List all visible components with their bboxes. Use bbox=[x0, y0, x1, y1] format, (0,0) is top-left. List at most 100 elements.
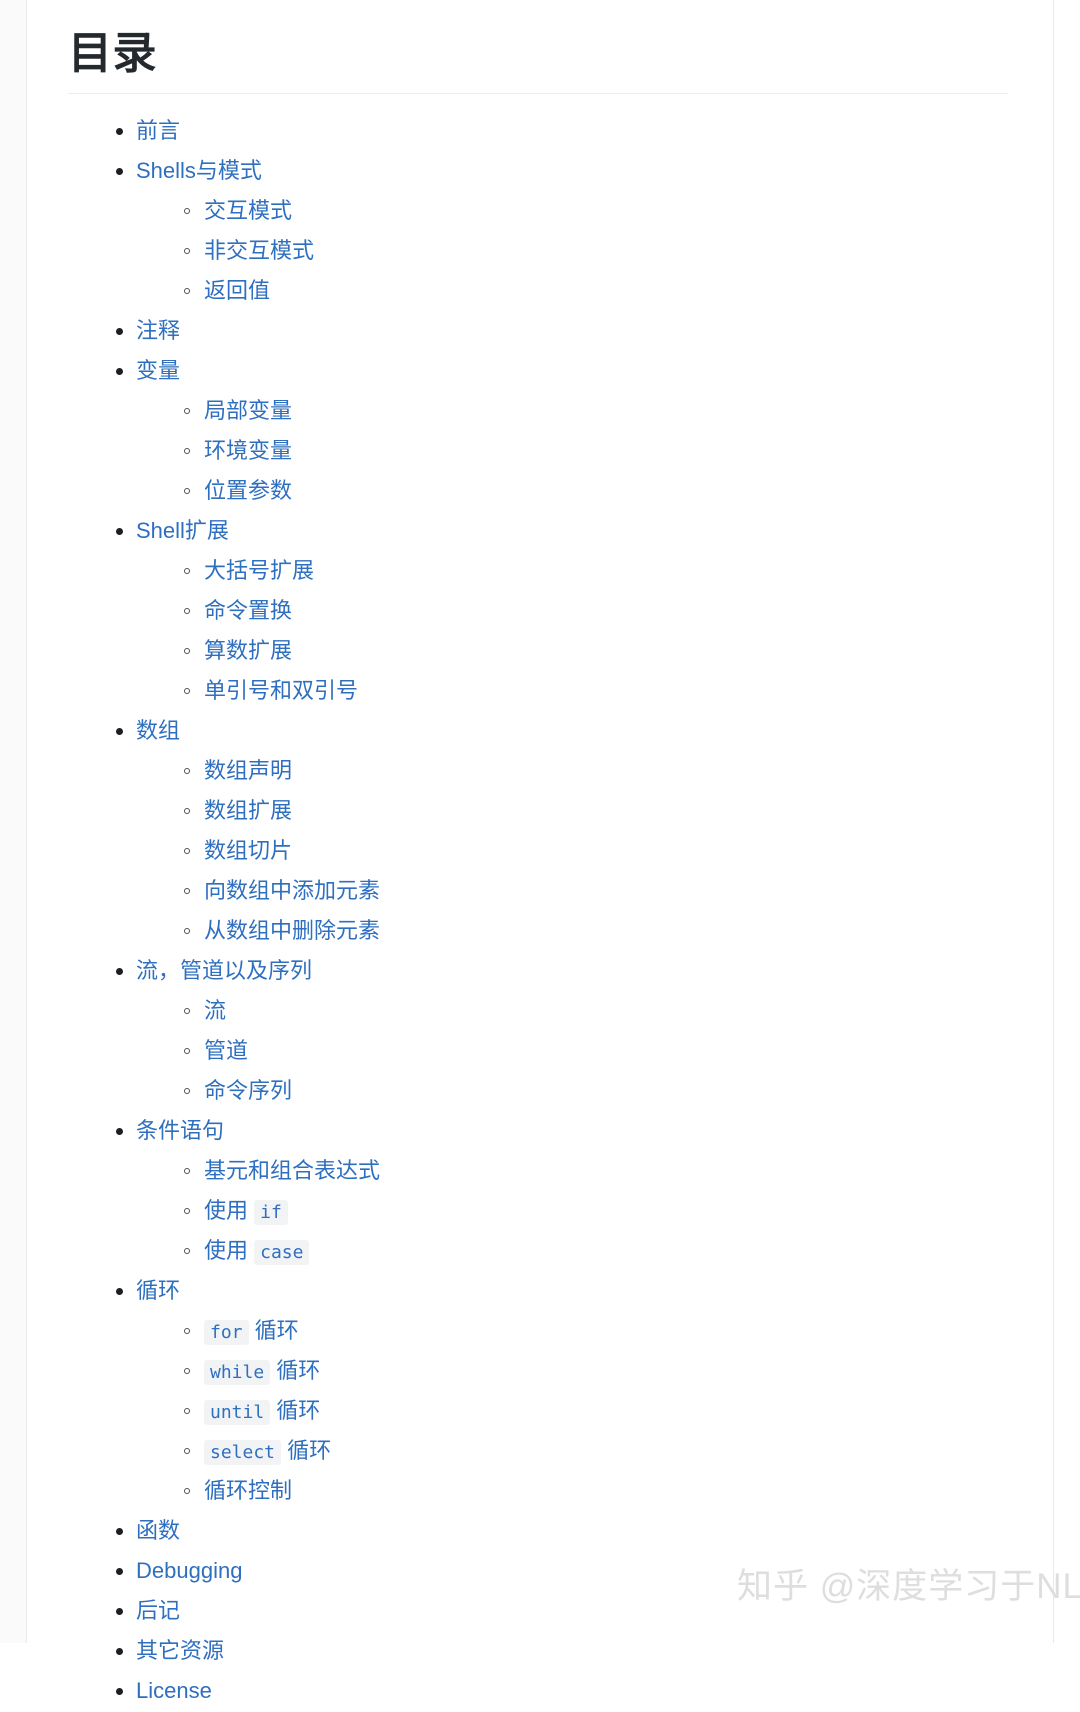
toc-link-后记[interactable]: 后记 bbox=[136, 1592, 180, 1629]
toc-subitem: 数组切片 bbox=[182, 832, 1053, 872]
toc-subitem: select 循环 bbox=[182, 1432, 1053, 1472]
toc-link-算数扩展[interactable]: 算数扩展 bbox=[204, 632, 292, 669]
toc-link-从数组中删除元素[interactable]: 从数组中删除元素 bbox=[204, 912, 380, 949]
toc-subitem: 返回值 bbox=[182, 272, 1053, 312]
toc-link-select-循环[interactable]: select 循环 bbox=[204, 1432, 331, 1471]
watermark: 知乎 @深度学习于NLP bbox=[737, 1567, 1080, 1606]
toc-link-text: 循环 bbox=[281, 1438, 332, 1463]
toc-sublist: 局部变量 环境变量 位置参数 bbox=[136, 392, 1053, 512]
inline-code: until bbox=[204, 1400, 271, 1425]
toc-link-数组扩展[interactable]: 数组扩展 bbox=[204, 792, 292, 829]
toc-item: Shell扩展 大括号扩展 命令置换 算数扩展 单引号和双引号 bbox=[114, 512, 1053, 712]
right-gutter bbox=[1053, 0, 1080, 1643]
toc-subitem: 循环控制 bbox=[182, 1472, 1053, 1512]
toc-link-debugging[interactable]: Debugging bbox=[136, 1552, 242, 1589]
toc-sublist: 大括号扩展 命令置换 算数扩展 单引号和双引号 bbox=[136, 552, 1053, 712]
toc-link-shell扩展[interactable]: Shell扩展 bbox=[136, 512, 229, 549]
toc-subitem: 位置参数 bbox=[182, 472, 1053, 512]
left-gutter bbox=[0, 0, 27, 1643]
toc-link-位置参数[interactable]: 位置参数 bbox=[204, 472, 292, 509]
toc-link-流[interactable]: 流 bbox=[204, 992, 226, 1029]
toc-link-管道[interactable]: 管道 bbox=[204, 1032, 248, 1069]
toc-link-until-循环[interactable]: until 循环 bbox=[204, 1392, 320, 1431]
toc-link-交互模式[interactable]: 交互模式 bbox=[204, 192, 292, 229]
toc-item: License bbox=[114, 1672, 1053, 1712]
toc-link-大括号扩展[interactable]: 大括号扩展 bbox=[204, 552, 314, 589]
toc-sublist: 流管道 命令序列 bbox=[136, 992, 1053, 1112]
toc-link-环境变量[interactable]: 环境变量 bbox=[204, 432, 292, 469]
toc-link-单引号和双引号[interactable]: 单引号和双引号 bbox=[204, 672, 358, 709]
toc-subitem: 基元和组合表达式 bbox=[182, 1152, 1053, 1192]
toc-link-text: 使用 bbox=[204, 1238, 255, 1263]
toc-sublist: for 循环 while 循环 until 循环 select 循环 循环控制 bbox=[136, 1312, 1053, 1512]
toc-item: 前言 bbox=[114, 112, 1053, 152]
toc-item: Shells与模式 交互模式 非交互模式 返回值 bbox=[114, 152, 1053, 312]
toc-link-命令序列[interactable]: 命令序列 bbox=[204, 1072, 292, 1109]
toc-link-text: 循环 bbox=[248, 1318, 299, 1343]
toc-subitem: 命令序列 bbox=[182, 1072, 1053, 1112]
toc-subitem: 环境变量 bbox=[182, 432, 1053, 472]
toc-subitem: 管道 bbox=[182, 1032, 1053, 1072]
toc-link-使用-case[interactable]: 使用 case bbox=[204, 1232, 310, 1271]
toc-link-函数[interactable]: 函数 bbox=[136, 1512, 180, 1549]
toc-subitem: 局部变量 bbox=[182, 392, 1053, 432]
toc-item: 函数 bbox=[114, 1512, 1053, 1552]
toc-link-向数组中添加元素[interactable]: 向数组中添加元素 bbox=[204, 872, 380, 909]
toc-link-循环[interactable]: 循环 bbox=[136, 1272, 180, 1309]
inline-code: while bbox=[204, 1360, 271, 1385]
toc-link-变量[interactable]: 变量 bbox=[136, 352, 180, 389]
toc-link-数组声明[interactable]: 数组声明 bbox=[204, 752, 292, 789]
toc-link-局部变量[interactable]: 局部变量 bbox=[204, 392, 292, 429]
toc-subitem: 大括号扩展 bbox=[182, 552, 1053, 592]
toc-item: 流，管道以及序列流管道 命令序列 bbox=[114, 952, 1053, 1112]
toc-link-前言[interactable]: 前言 bbox=[136, 112, 180, 149]
toc-link-条件语句[interactable]: 条件语句 bbox=[136, 1112, 224, 1149]
toc-link-text: 使用 bbox=[204, 1198, 255, 1223]
toc-link-数组切片[interactable]: 数组切片 bbox=[204, 832, 292, 869]
toc-link-注释[interactable]: 注释 bbox=[136, 312, 180, 349]
toc-link-其它资源[interactable]: 其它资源 bbox=[136, 1632, 224, 1669]
toc-item: 注释 bbox=[114, 312, 1053, 352]
toc-list: 前言 Shells与模式 交互模式 非交互模式 返回值 注释 变量 局部变量 环境变量 位置参数 S… bbox=[28, 94, 1053, 1712]
toc-link-license[interactable]: License bbox=[136, 1672, 212, 1709]
toc-subitem: 流 bbox=[182, 992, 1053, 1032]
inline-code: if bbox=[254, 1200, 288, 1225]
toc-link-循环控制[interactable]: 循环控制 bbox=[204, 1472, 292, 1509]
toc-link-text: 循环 bbox=[270, 1398, 321, 1423]
toc-content: 目录 前言 Shells与模式 交互模式 非交互模式 返回值 注释 变量 局部变量 环境变量 位置… bbox=[28, 0, 1053, 1703]
toc-link-命令置换[interactable]: 命令置换 bbox=[204, 592, 292, 629]
inline-code: for bbox=[204, 1320, 249, 1345]
toc-subitem: 交互模式 bbox=[182, 192, 1053, 232]
toc-link-流，管道以及序列[interactable]: 流，管道以及序列 bbox=[136, 952, 312, 989]
toc-sublist: 基元和组合表达式 使用 if 使用 case bbox=[136, 1152, 1053, 1272]
toc-item: 数组 数组声明 数组扩展 数组切片 向数组中添加元素 从数组中删除元素 bbox=[114, 712, 1053, 952]
toc-subitem: for 循环 bbox=[182, 1312, 1053, 1352]
toc-link-text: 循环 bbox=[270, 1358, 321, 1383]
toc-sublist: 交互模式 非交互模式 返回值 bbox=[136, 192, 1053, 312]
toc-item: 变量 局部变量 环境变量 位置参数 bbox=[114, 352, 1053, 512]
toc-subitem: 使用 case bbox=[182, 1232, 1053, 1272]
toc-sublist: 数组声明 数组扩展 数组切片 向数组中添加元素 从数组中删除元素 bbox=[136, 752, 1053, 952]
toc-link-for-循环[interactable]: for 循环 bbox=[204, 1312, 299, 1351]
toc-link-shells与模式[interactable]: Shells与模式 bbox=[136, 152, 262, 189]
toc-subitem: 算数扩展 bbox=[182, 632, 1053, 672]
toc-subitem: 从数组中删除元素 bbox=[182, 912, 1053, 952]
inline-code: case bbox=[254, 1240, 310, 1265]
toc-subitem: while 循环 bbox=[182, 1352, 1053, 1392]
toc-subitem: 单引号和双引号 bbox=[182, 672, 1053, 712]
toc-item: 循环 for 循环 while 循环 until 循环 select 循环 循环控制 bbox=[114, 1272, 1053, 1512]
toc-subitem: 命令置换 bbox=[182, 592, 1053, 632]
toc-link-数组[interactable]: 数组 bbox=[136, 712, 180, 749]
toc-subitem: 数组声明 bbox=[182, 752, 1053, 792]
toc-link-返回值[interactable]: 返回值 bbox=[204, 272, 270, 309]
page-frame: 目录 前言 Shells与模式 交互模式 非交互模式 返回值 注释 变量 局部变量 环境变量 位置… bbox=[0, 0, 1080, 1703]
page-title: 目录 bbox=[68, 29, 157, 78]
toc-link-非交互模式[interactable]: 非交互模式 bbox=[204, 232, 314, 269]
inline-code: select bbox=[204, 1440, 282, 1465]
toc-subitem: 数组扩展 bbox=[182, 792, 1053, 832]
toc-link-基元和组合表达式[interactable]: 基元和组合表达式 bbox=[204, 1152, 380, 1189]
toc-item: 其它资源 bbox=[114, 1632, 1053, 1672]
toc-link-使用-if[interactable]: 使用 if bbox=[204, 1192, 288, 1231]
toc-subitem: 非交互模式 bbox=[182, 232, 1053, 272]
toc-link-while-循环[interactable]: while 循环 bbox=[204, 1352, 320, 1391]
